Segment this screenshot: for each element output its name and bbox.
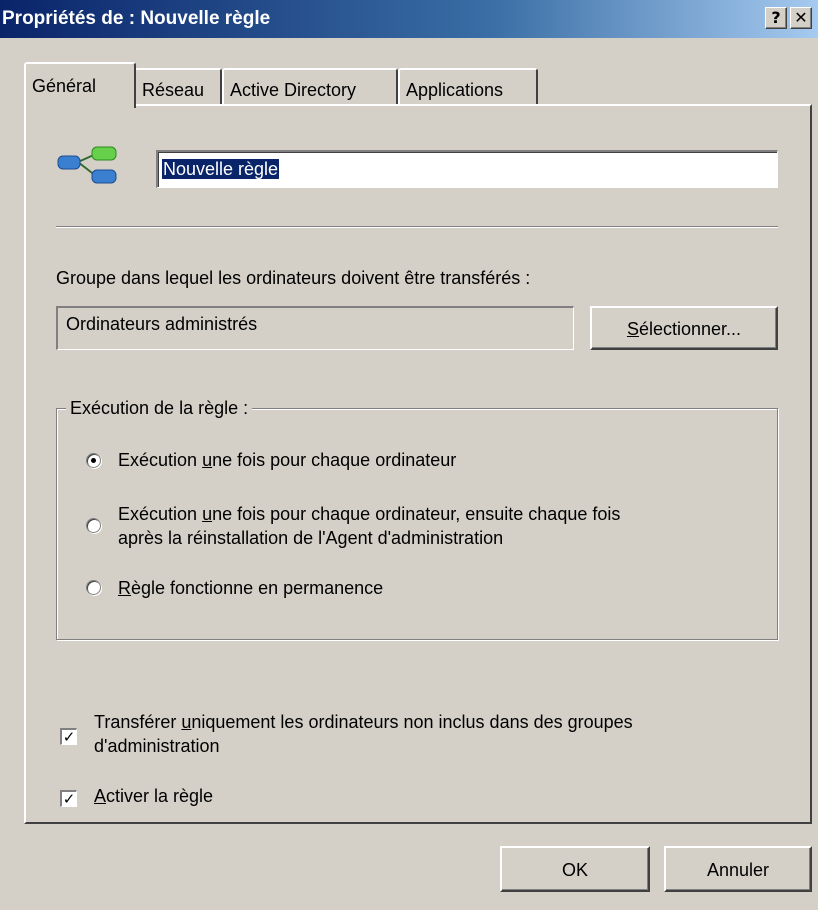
title-bar: Propriétés de : Nouvelle règle ? ✕ [0,0,818,38]
target-group-value: Ordinateurs administrés [66,314,258,334]
help-button[interactable]: ? [765,7,787,29]
tab-panel-general: Nouvelle règle Groupe dans lequel les or… [24,104,812,824]
close-button[interactable]: ✕ [790,7,812,29]
separator [56,226,778,228]
transfer-only-text-a: Transférer [94,712,182,732]
execution-reinstall-label[interactable]: Exécution une fois pour chaque ordinateu… [118,502,620,550]
execution-reinstall-text-c: après la réinstallation de l'Agent d'adm… [118,528,504,548]
execution-once-text-a: Exécution [118,450,203,470]
ok-button[interactable]: OK [500,846,650,892]
execution-permanent-label[interactable]: Règle fonctionne en permanence [118,578,383,599]
tab-reseau-label: Réseau [142,80,205,100]
rule-network-icon [56,144,120,192]
execution-permanent-mnemonic: R [118,578,131,598]
transfer-only-text-b: niquement les ordinateurs non inclus dan… [191,712,633,732]
rule-name-field[interactable]: Nouvelle règle [156,150,778,188]
check-mark-icon: ✓ [62,728,76,746]
target-group-field: Ordinateurs administrés [56,306,574,350]
tab-active-directory-label: Active Directory [230,80,357,100]
window-title: Propriétés de : Nouvelle règle [2,8,271,29]
activate-rule-text-b: ctiver la règle [106,786,214,806]
check-mark-icon: ✓ [62,790,76,808]
tab-general[interactable]: Général [24,62,136,108]
activate-rule-checkbox[interactable]: ✓ [60,790,77,807]
execution-once-label[interactable]: Exécution une fois pour chaque ordinateu… [118,450,456,471]
execution-once-mnemonic: u [202,450,213,470]
execution-reinstall-mnemonic: u [202,504,213,524]
cancel-button[interactable]: Annuler [664,846,812,892]
tab-general-label: Général [32,76,97,96]
select-button[interactable]: Sélectionner... [590,306,778,350]
target-group-label: Groupe dans lequel les ordinateurs doive… [56,268,531,288]
execution-permanent-radio[interactable] [86,580,101,595]
execution-reinstall-radio[interactable] [86,518,101,533]
select-button-mnemonic: S [626,319,639,339]
execution-legend: Exécution de la règle : [66,398,253,419]
execution-once-radio[interactable] [86,453,101,468]
execution-once-text-b: ne fois pour chaque ordinateur [212,450,457,470]
tab-applications-label: Applications [406,80,504,100]
select-button-label: électionner... [638,319,742,339]
tab-active-directory[interactable]: Active Directory [222,68,398,106]
transfer-only-mnemonic: u [181,712,192,732]
tab-reseau[interactable]: Réseau [134,68,222,106]
rule-name-value: Nouvelle règle [162,159,280,179]
execution-reinstall-text-b: ne fois pour chaque ordinateur, ensuite … [212,504,621,524]
transfer-only-label[interactable]: Transférer uniquement les ordinateurs no… [94,710,633,758]
activate-rule-mnemonic: A [94,786,107,806]
transfer-only-checkbox[interactable]: ✓ [60,728,77,745]
activate-rule-label[interactable]: Activer la règle [94,786,213,807]
tab-applications[interactable]: Applications [398,68,538,106]
execution-permanent-text-b: ègle fonctionne en permanence [131,578,384,598]
execution-reinstall-text-a: Exécution [118,504,203,524]
transfer-only-text-c: d'administration [94,736,220,756]
